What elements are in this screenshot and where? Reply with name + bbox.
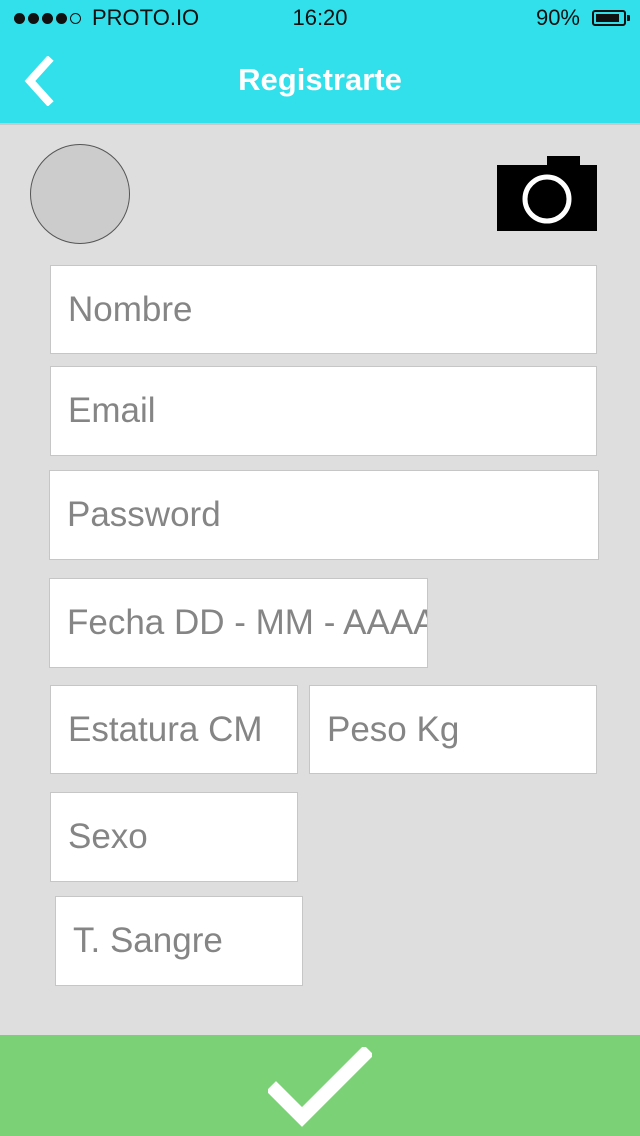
chevron-left-icon — [24, 55, 54, 107]
sangre-field[interactable] — [55, 896, 303, 986]
battery-indicator: 90% — [535, 5, 630, 31]
battery-icon — [592, 10, 630, 26]
submit-button[interactable] — [0, 1035, 640, 1136]
page-title: Registrarte — [238, 62, 402, 97]
register-screen: PROTO.IO 16:20 90% Registrarte — [0, 0, 640, 1136]
fecha-field[interactable] — [49, 578, 428, 668]
sexo-field[interactable] — [50, 792, 298, 882]
email-field[interactable] — [50, 366, 597, 456]
password-field[interactable] — [49, 470, 599, 560]
back-button[interactable] — [20, 55, 64, 107]
battery-cap — [627, 15, 630, 21]
camera-button[interactable] — [496, 156, 598, 232]
peso-field[interactable] — [309, 685, 597, 774]
battery-fill — [596, 14, 619, 22]
status-bar: PROTO.IO 16:20 90% — [0, 0, 640, 36]
estatura-field[interactable] — [50, 685, 298, 774]
nombre-field[interactable] — [50, 265, 597, 354]
camera-icon — [497, 156, 597, 231]
battery-percent: 90% — [535, 5, 580, 30]
checkmark-icon — [268, 1047, 372, 1127]
avatar[interactable] — [30, 144, 130, 244]
nav-header: Registrarte — [0, 36, 640, 125]
